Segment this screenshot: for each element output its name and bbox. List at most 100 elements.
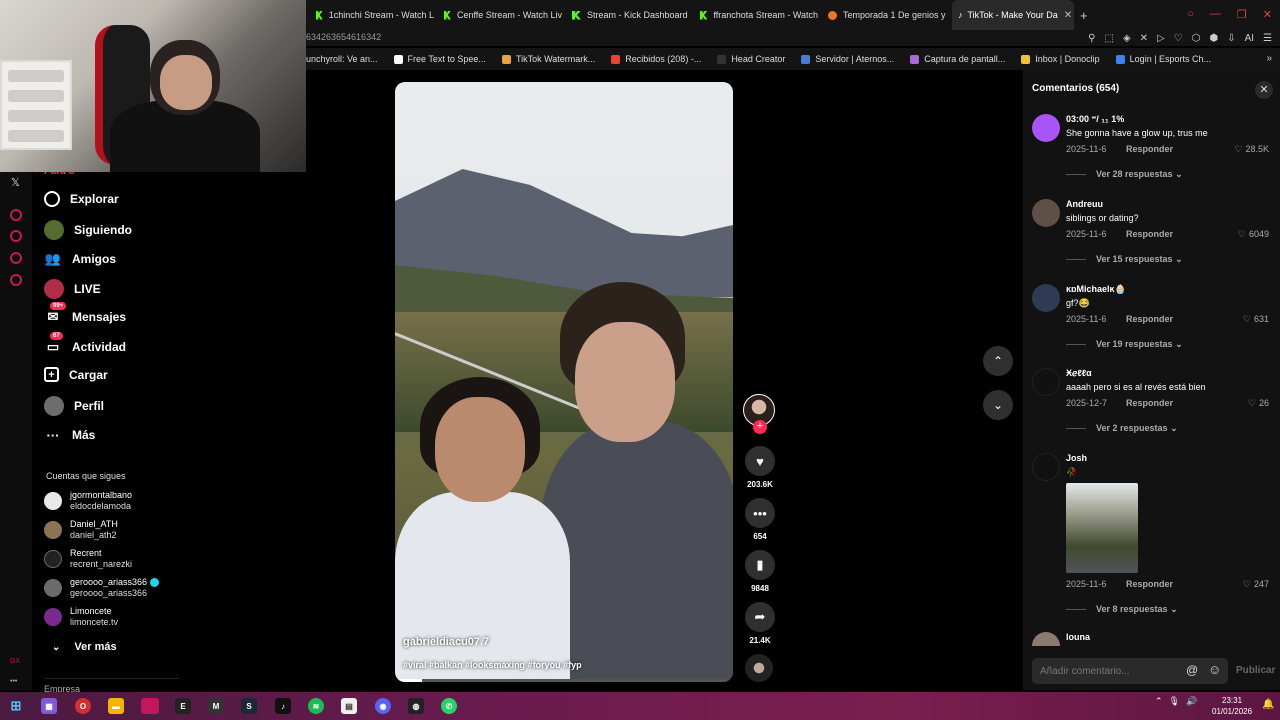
avatar[interactable] — [1032, 632, 1060, 646]
nav-item-amigos[interactable]: 👥 Amigos — [44, 250, 116, 268]
screenshot-icon[interactable]: ⬚ — [1105, 33, 1114, 44]
settings-icon[interactable] — [10, 274, 22, 286]
video-author[interactable]: gabrieldiacu07.7 — [403, 636, 489, 648]
reply-button[interactable]: Responder — [1126, 579, 1173, 589]
avatar[interactable] — [1032, 114, 1060, 142]
mention-icon[interactable]: @ — [1186, 663, 1198, 677]
bookmark-gmail[interactable]: Recibidos (208) -... — [611, 54, 701, 64]
bookmark-screenshot[interactable]: Captura de pantall... — [910, 54, 1005, 64]
like-button[interactable]: ♥ 203.6K — [743, 446, 777, 489]
reply-button[interactable]: Responder — [1126, 398, 1173, 408]
app-icon[interactable]: M — [208, 698, 224, 714]
volume-icon[interactable]: 🔊 — [1186, 696, 1197, 707]
close-icon[interactable]: ✕ — [1064, 10, 1072, 21]
comment-like-button[interactable]: ♡ 28.5K — [1234, 144, 1269, 155]
bookmark-esports[interactable]: Login | Esports Ch... — [1115, 54, 1211, 64]
video-player[interactable]: gabrieldiacu07.7 #viral #balkan #looksma… — [395, 82, 733, 682]
view-replies-button[interactable]: Ver 15 respuestas ⌄ — [1066, 254, 1183, 265]
comment-image[interactable] — [1066, 483, 1138, 573]
heart-icon[interactable]: ♡ — [1174, 33, 1183, 44]
tab-kick-1[interactable]: 1chinchi Stream - Watch L — [316, 0, 434, 30]
obs-icon[interactable]: ◍ — [408, 698, 424, 714]
chat-icon[interactable] — [10, 252, 22, 264]
tab-crunchyroll[interactable]: Temporada 1 De genios y — [828, 0, 946, 30]
nav-item-mensajes[interactable]: ✉ 99+ Mensajes — [44, 302, 126, 326]
notification-bell-icon[interactable]: 🔔 — [1262, 699, 1274, 710]
bookmark-head-creator[interactable]: Head Creator — [717, 54, 785, 64]
tab-kick-3[interactable]: ffranchota Stream - Watch — [700, 0, 818, 30]
comment-like-button[interactable]: ♡ 631 — [1243, 314, 1269, 325]
nav-item-perfil[interactable]: Perfil — [44, 396, 104, 416]
windows-start-icon[interactable]: ⊞ — [8, 698, 24, 714]
pin-icon[interactable]: ⚲ — [1088, 33, 1095, 44]
gx-icon[interactable]: GX — [10, 658, 20, 665]
avatar[interactable] — [1032, 199, 1060, 227]
clock[interactable]: 23:31 01/01/2026 — [1212, 695, 1252, 717]
nav-item-siguiendo[interactable]: Siguiendo — [44, 220, 132, 240]
new-tab-button[interactable]: + — [1080, 8, 1088, 23]
comment-user[interactable]: ĸɒMichaelĸ🧁 — [1066, 284, 1126, 295]
minimize-icon[interactable]: — — [1210, 8, 1221, 21]
reply-button[interactable]: Responder — [1126, 229, 1173, 239]
bookmark-free-text-to-speech[interactable]: Free Text to Spee... — [393, 54, 486, 64]
bookmark-donoclip[interactable]: Inbox | Donoclip — [1021, 54, 1100, 64]
comment-like-button[interactable]: ♡ 6049 — [1238, 229, 1269, 240]
microphone-icon[interactable]: 🎙 — [1169, 696, 1180, 707]
active-app-icon[interactable] — [141, 698, 159, 714]
next-video-button[interactable]: ⌄ — [983, 390, 1013, 420]
video-progress-bar[interactable] — [395, 679, 733, 682]
comment-user[interactable]: 03:00 ⁼/ ₁₁ 1% — [1066, 114, 1124, 125]
notepad-icon[interactable]: ▤ — [341, 698, 357, 714]
comment-user[interactable]: Josh — [1066, 453, 1087, 463]
avatar[interactable] — [1032, 368, 1060, 396]
share-button[interactable]: ➦ 21.4K — [743, 602, 777, 645]
post-comment-button[interactable]: Publicar — [1236, 665, 1275, 676]
file-explorer-icon[interactable]: ▬ — [108, 698, 124, 714]
download-icon[interactable]: ⇩ — [1227, 33, 1235, 44]
x-icon[interactable]: 𝕏 — [11, 176, 20, 189]
opera-gx-icon[interactable]: O — [75, 698, 91, 714]
following-item[interactable]: jgormontalbano eldocdelamoda — [44, 490, 132, 512]
avatar[interactable] — [1032, 453, 1060, 481]
comment-button[interactable]: ••• 654 — [743, 498, 777, 541]
tiktok-app-icon[interactable]: ♪ — [275, 698, 291, 714]
close-comments-button[interactable]: ✕ — [1255, 81, 1273, 99]
view-replies-button[interactable]: Ver 8 respuestas ⌄ — [1066, 604, 1178, 615]
menu-icon[interactable]: ☰ — [1263, 33, 1272, 44]
close-window-icon[interactable]: ✕ — [1263, 8, 1272, 21]
discord-icon[interactable]: ◉ — [375, 698, 391, 714]
nav-item-mas[interactable]: ··· Más — [44, 426, 96, 444]
reply-button[interactable]: Responder — [1126, 144, 1173, 154]
translate-icon[interactable]: ✕ — [1140, 33, 1148, 44]
whatsapp-icon[interactable]: ✆ — [441, 698, 457, 714]
spotify-icon[interactable]: ≋ — [308, 698, 324, 714]
nav-item-live[interactable]: LIVE — [44, 279, 101, 299]
epic-games-icon[interactable]: E — [175, 698, 191, 714]
widgets-icon[interactable]: ▦ — [41, 698, 57, 714]
view-replies-button[interactable]: Ver 2 respuestas ⌄ — [1066, 423, 1178, 434]
search-icon[interactable]: ○ — [1187, 8, 1194, 21]
view-replies-button[interactable]: Ver 19 respuestas ⌄ — [1066, 339, 1183, 350]
chevron-right-icon[interactable]: » — [1266, 53, 1272, 64]
following-item[interactable]: geroooo_ariass366 geroooo_ariass366 — [44, 577, 160, 599]
steam-icon[interactable]: S — [241, 698, 257, 714]
following-item[interactable]: Recrent recrent_narezki — [44, 548, 132, 570]
tab-kick-2[interactable]: Cenffe Stream - Watch Liv — [444, 0, 562, 30]
chevron-up-icon[interactable]: ⌃ — [1155, 696, 1163, 707]
video-hashtags[interactable]: #viral #balkan #looksmaxing #foryou #fyp — [403, 660, 582, 670]
bookmark-aternos[interactable]: Servidor | Aternos... — [801, 54, 894, 64]
cube-icon[interactable]: ⬢ — [1209, 33, 1218, 44]
shield-icon[interactable]: ◈ — [1123, 33, 1131, 44]
nav-item-cargar[interactable]: + Cargar — [44, 367, 108, 382]
following-item[interactable]: Limoncete limoncete.tv — [44, 606, 118, 628]
comment-input[interactable] — [1040, 663, 1180, 679]
see-more-button[interactable]: ⌄ Ver más — [52, 641, 117, 653]
extensions-icon[interactable]: ⬡ — [1192, 33, 1201, 44]
comment-like-button[interactable]: ♡ 26 — [1248, 398, 1269, 409]
following-item[interactable]: Daniel_ATH daniel_ath2 — [44, 519, 118, 541]
play-icon[interactable]: ▷ — [1157, 33, 1165, 44]
comment-user[interactable]: Ӿℯℓℓα — [1066, 368, 1092, 379]
previous-video-button[interactable]: ⌃ — [983, 346, 1013, 376]
nav-item-explorar[interactable]: Explorar — [44, 191, 119, 207]
save-button[interactable]: ▮ 9848 — [743, 550, 777, 593]
